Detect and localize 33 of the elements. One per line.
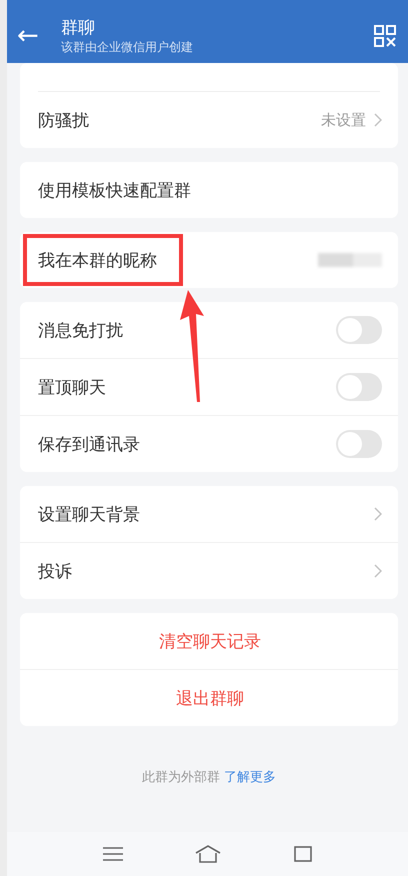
back-button[interactable]: ← xyxy=(17,20,61,50)
action-row[interactable]: 清空聊天记录 xyxy=(20,613,398,669)
row-label: 设置聊天背景 xyxy=(38,504,140,526)
action-row[interactable]: 退出群聊 xyxy=(20,669,398,726)
toggle-switch[interactable] xyxy=(336,430,382,458)
window-title: 群聊 xyxy=(61,16,96,38)
chevron-icon xyxy=(374,507,382,521)
blurred-nickname xyxy=(318,253,382,267)
row-label: 退出群聊 xyxy=(176,688,244,710)
home-icon[interactable] xyxy=(194,845,222,863)
footer-note: 此群为外部群 xyxy=(142,770,220,785)
row-label: 保存到通讯录 xyxy=(38,434,140,456)
settings-row[interactable]: 投诉 xyxy=(20,542,398,599)
menu-icon[interactable] xyxy=(102,846,124,862)
row-label: 置顶聊天 xyxy=(38,376,106,398)
toggle-switch[interactable] xyxy=(336,373,382,401)
qr-code-icon[interactable] xyxy=(374,24,396,46)
chevron-icon xyxy=(374,564,382,578)
row-label: 消息免打扰 xyxy=(38,320,123,342)
settings-row[interactable]: 防骚扰 未设置 xyxy=(20,92,398,148)
row-label: 清空聊天记录 xyxy=(159,630,261,652)
settings-row[interactable]: 使用模板快速配置群 xyxy=(20,162,398,218)
row-label: 投诉 xyxy=(38,560,72,582)
settings-row[interactable]: 我在本群的昵称 xyxy=(20,232,398,288)
row-label: 防骚扰 xyxy=(38,110,89,132)
row-value: 未设置 xyxy=(321,110,366,130)
row-label: 使用模板快速配置群 xyxy=(38,180,191,202)
window-subtitle: 该群由企业微信用户创建 xyxy=(61,38,194,56)
chevron-icon xyxy=(374,113,382,127)
row-label: 我在本群的昵称 xyxy=(38,250,157,272)
settings-row[interactable]: 设置聊天背景 xyxy=(20,486,398,542)
square-icon[interactable] xyxy=(292,845,313,863)
toggle-switch[interactable] xyxy=(336,316,382,344)
